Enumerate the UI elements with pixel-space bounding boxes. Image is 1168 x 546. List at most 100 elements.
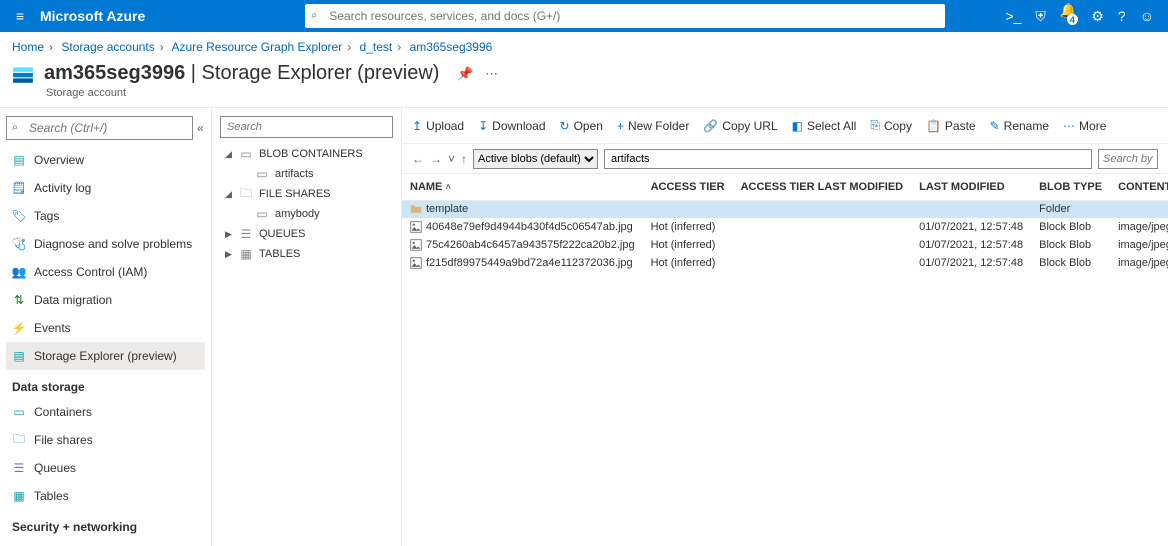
rename-icon: ✎ [990, 119, 1000, 133]
pin-icon[interactable]: 📌 [457, 66, 473, 81]
blob-view-select[interactable]: Active blobs (default) [473, 149, 598, 169]
more-icon[interactable]: ⋯ [485, 66, 498, 81]
select-all-icon: ◧ [792, 119, 803, 133]
paste-button[interactable]: 📋Paste [926, 119, 976, 133]
tree-node[interactable]: ▭amybody [220, 204, 393, 224]
tree-search-input[interactable] [220, 116, 393, 138]
help-icon[interactable]: ? [1118, 8, 1126, 24]
table-row[interactable]: f215df89975449a9bd72a4e112372036.jpgHot … [402, 254, 1168, 272]
tree-node[interactable]: ◢🗀FILE SHARES [220, 184, 393, 204]
tree-twisty-icon[interactable]: ▶ [224, 229, 233, 240]
breadcrumb-link[interactable]: Storage accounts [61, 40, 154, 54]
cell-blob-type: Block Blob [1031, 218, 1110, 236]
sidebar-item-iam[interactable]: 👥Access Control (IAM) [6, 258, 205, 286]
resource-menu: ⌕ « ▤Overview🗒Activity log🏷Tags🩺Diagnose… [0, 108, 212, 546]
tree-node[interactable]: ◢▭BLOB CONTAINERS [220, 144, 393, 164]
sidebar-item-queues[interactable]: ☰Queues [6, 454, 205, 482]
hamburger-icon[interactable]: ≡ [0, 8, 40, 24]
directory-filter-icon[interactable]: ⛨ [1035, 8, 1046, 25]
copy-url-button[interactable]: 🔗Copy URL [703, 119, 777, 133]
nav-dropdown-icon[interactable]: ˅ [448, 152, 455, 166]
activitylog-icon: 🗒 [12, 181, 26, 195]
sidebar-item-label: Diagnose and solve problems [34, 237, 192, 251]
search-icon: ⌕ [311, 10, 317, 23]
cell-content-type: image/jpeg [1110, 218, 1168, 236]
explorer-toolbar: ↥Upload ↧Download ↻Open +New Folder 🔗Copy UR… [402, 108, 1168, 144]
copy-button[interactable]: ⎘Copy [870, 118, 912, 133]
cell-last-modified: 01/07/2021, 12:57:48 [911, 254, 1031, 272]
fileshares-icon: 🗀 [12, 433, 26, 447]
column-header[interactable]: ACCESS TIER LAST MODIFIED [733, 174, 912, 200]
collapse-menu-icon[interactable]: « [197, 121, 205, 135]
tree-twisty-icon[interactable]: ▶ [224, 249, 233, 260]
column-header[interactable]: CONTENT TYPE [1110, 174, 1168, 200]
events-icon: ⚡ [12, 321, 26, 335]
cell-name: f215df89975449a9bd72a4e112372036.jpg [402, 254, 643, 272]
sidebar-item-storageexplorer[interactable]: ▤Storage Explorer (preview) [6, 342, 205, 370]
tree-twisty-icon[interactable]: ◢ [224, 189, 233, 200]
breadcrumb-link[interactable]: Home [12, 40, 44, 54]
tables-icon: ▦ [12, 489, 26, 503]
tree-node[interactable]: ▭artifacts [220, 164, 393, 184]
sidebar-item-fileshares[interactable]: 🗀File shares [6, 426, 205, 454]
tree-node-label: FILE SHARES [259, 188, 331, 200]
nav-up-icon[interactable]: ↑ [461, 152, 467, 166]
sidebar-item-datamigration[interactable]: ⇅Data migration [6, 286, 205, 314]
breadcrumb-link[interactable]: d_test [360, 40, 393, 54]
sidebar-item-containers[interactable]: ▭Containers [6, 398, 205, 426]
column-header[interactable]: LAST MODIFIED [911, 174, 1031, 200]
iam-icon: 👥 [12, 265, 26, 279]
cloud-shell-icon[interactable]: >_ [1005, 8, 1021, 24]
storage-account-icon [12, 63, 34, 85]
tree-twisty-icon[interactable]: ◢ [224, 149, 233, 160]
rename-button[interactable]: ✎Rename [990, 119, 1049, 133]
tree-node[interactable]: ▶☰QUEUES [220, 224, 393, 244]
table-row[interactable]: 40648e79ef9d4944b430f4d5c06547ab.jpgHot … [402, 218, 1168, 236]
sidebar-item-label: Overview [34, 153, 84, 167]
more-icon: ⋯ [1063, 119, 1075, 133]
settings-gear-icon[interactable]: ⚙ [1091, 8, 1104, 25]
sidebar-item-tags[interactable]: 🏷Tags [6, 202, 205, 230]
new-folder-button[interactable]: +New Folder [617, 119, 689, 133]
tags-icon: 🏷 [12, 209, 26, 223]
tree-node-label: BLOB CONTAINERS [259, 148, 363, 160]
image-file-icon [410, 257, 422, 269]
download-button[interactable]: ↧Download [478, 119, 545, 133]
top-right-icons: >_ ⛨ 🔔4 ⚙ ? ☺ [1005, 2, 1168, 30]
column-header[interactable]: BLOB TYPE [1031, 174, 1110, 200]
sidebar-item-activitylog[interactable]: 🗒Activity log [6, 174, 205, 202]
section-heading-data-storage: Data storage [6, 370, 205, 398]
notifications-icon[interactable]: 🔔4 [1060, 2, 1077, 30]
menu-search-input[interactable] [6, 116, 193, 140]
table-row[interactable]: 75c4260ab4c6457a943575f222ca20b2.jpgHot … [402, 236, 1168, 254]
tree-node[interactable]: ▶▦TABLES [220, 244, 393, 264]
copy-url-icon: 🔗 [703, 119, 718, 133]
sidebar-item-overview[interactable]: ▤Overview [6, 146, 205, 174]
cell-access-tier [643, 200, 733, 218]
column-header[interactable]: NAME ˄ [402, 174, 643, 200]
feedback-icon[interactable]: ☺ [1140, 8, 1154, 24]
table-row[interactable]: templateFolder [402, 200, 1168, 218]
open-button[interactable]: ↻Open [560, 119, 603, 133]
sidebar-item-events[interactable]: ⚡Events [6, 314, 205, 342]
select-all-button[interactable]: ◧Select All [792, 119, 857, 133]
sidebar-item-tables[interactable]: ▦Tables [6, 482, 205, 510]
toolbar-label: Paste [945, 119, 976, 133]
more-button[interactable]: ⋯More [1063, 119, 1106, 133]
nav-back-icon[interactable]: ← [412, 152, 424, 166]
tree-node-label: QUEUES [259, 228, 305, 240]
cell-access-tier: Hot (inferred) [643, 254, 733, 272]
sidebar-item-diagnose[interactable]: 🩺Diagnose and solve problems [6, 230, 205, 258]
upload-button[interactable]: ↥Upload [412, 119, 464, 133]
breadcrumb-link[interactable]: Azure Resource Graph Explorer [171, 40, 342, 54]
nav-forward-icon[interactable]: → [430, 152, 442, 166]
container-icon: ▭ [255, 207, 269, 221]
path-input[interactable] [604, 149, 1092, 169]
global-search-input[interactable] [305, 4, 945, 28]
table-header-row: NAME ˄ACCESS TIERACCESS TIER LAST MODIFI… [402, 174, 1168, 200]
column-header[interactable]: ACCESS TIER [643, 174, 733, 200]
cell-access-tier-modified [733, 218, 912, 236]
copy-icon: ⎘ [870, 118, 880, 133]
find-input[interactable] [1098, 149, 1158, 169]
breadcrumb-link[interactable]: am365seg3996 [410, 40, 493, 54]
